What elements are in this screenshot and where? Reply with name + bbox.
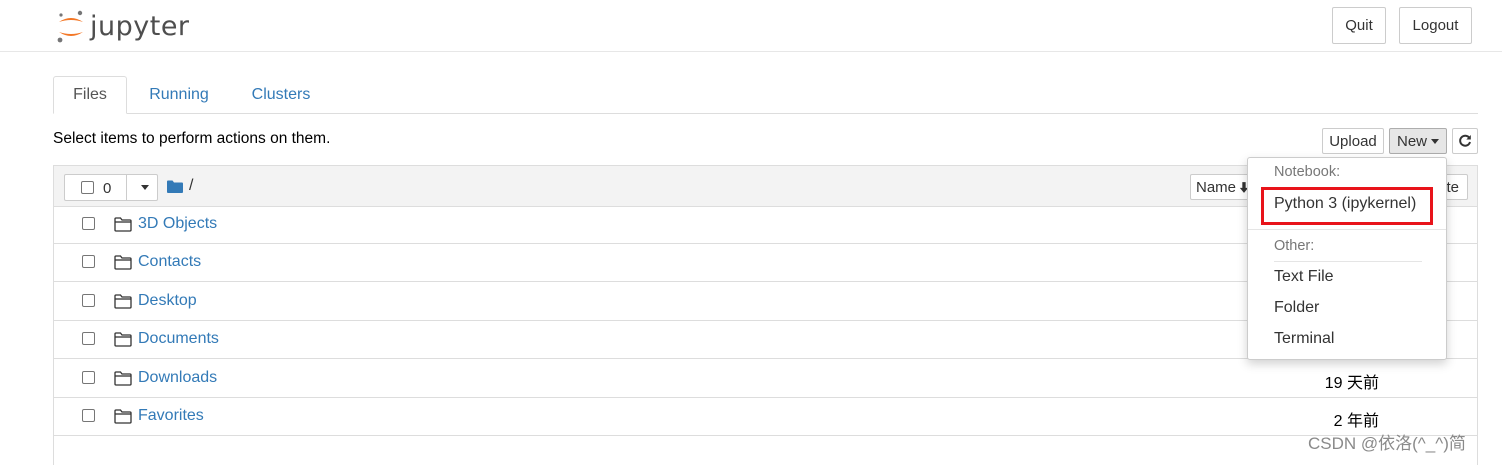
file-name-link[interactable]: Contacts (138, 253, 201, 271)
folder-icon (114, 371, 132, 386)
tab-files[interactable]: Files (53, 76, 127, 114)
file-row[interactable]: Favorites 2 年前 (54, 398, 1477, 436)
select-divider (126, 175, 127, 200)
folder-icon (114, 409, 132, 424)
breadcrumb-root[interactable]: / (189, 177, 193, 195)
file-name-link[interactable]: Favorites (138, 407, 204, 425)
refresh-icon (1459, 134, 1471, 147)
tab-bar: Files Running Clusters (53, 76, 1478, 114)
menu-item-terminal[interactable]: Terminal (1274, 330, 1334, 348)
logo-text: jupyter (90, 10, 190, 42)
quit-button[interactable]: Quit (1332, 7, 1386, 44)
new-button-label: New (1396, 132, 1427, 150)
sort-name-label: Name (1196, 178, 1237, 196)
select-menu-caret-icon[interactable] (141, 185, 149, 190)
refresh-button[interactable] (1452, 128, 1478, 154)
row-checkbox[interactable] (82, 409, 95, 422)
jupyter-logo[interactable]: jupyter (56, 8, 190, 44)
file-name-link[interactable]: Downloads (138, 369, 217, 387)
sort-modified-label: te (1446, 178, 1459, 196)
sort-name-button[interactable]: Name (1190, 174, 1250, 200)
row-checkbox[interactable] (82, 294, 95, 307)
breadcrumb[interactable]: / (167, 177, 193, 195)
header-bar: jupyter Quit Logout (0, 0, 1502, 52)
menu-divider (1248, 229, 1446, 230)
row-checkbox[interactable] (82, 332, 95, 345)
file-row[interactable]: Downloads 19 天前 (54, 360, 1477, 398)
new-button[interactable]: New (1389, 128, 1447, 154)
selected-count: 0 (103, 180, 112, 197)
notebook-section-header: Notebook: (1274, 164, 1341, 180)
file-name-link[interactable]: Documents (138, 330, 219, 348)
tab-clusters[interactable]: Clusters (237, 76, 325, 113)
menu-item-text-file[interactable]: Text File (1274, 268, 1334, 286)
folder-filled-icon (167, 180, 183, 193)
folder-icon (114, 255, 132, 270)
folder-icon (114, 294, 132, 309)
new-dropdown-menu: Notebook: Python 3 (ipykernel) Other: Te… (1247, 157, 1447, 360)
menu-item-folder[interactable]: Folder (1274, 299, 1319, 317)
tab-running[interactable]: Running (133, 76, 225, 113)
file-modified: 2 年前 (1333, 413, 1379, 430)
select-all-group[interactable]: 0 (64, 174, 158, 201)
highlight-box (1261, 187, 1433, 225)
jupyter-logo-icon (57, 10, 83, 43)
caret-down-icon (1431, 138, 1439, 144)
select-all-checkbox[interactable] (81, 181, 94, 194)
menu-separator (1274, 261, 1422, 262)
file-name-link[interactable]: Desktop (138, 292, 197, 310)
file-modified: 19 天前 (1324, 375, 1379, 392)
watermark: CSDN @依洛(^_^)简 (1308, 434, 1466, 453)
row-checkbox[interactable] (82, 255, 95, 268)
selection-hint: Select items to perform actions on them. (53, 130, 331, 147)
other-section-header: Other: (1274, 238, 1315, 254)
folder-icon (114, 217, 132, 232)
row-checkbox[interactable] (82, 371, 95, 384)
file-name-link[interactable]: 3D Objects (138, 215, 217, 233)
row-checkbox[interactable] (82, 217, 95, 230)
folder-icon (114, 332, 132, 347)
upload-button[interactable]: Upload (1322, 128, 1384, 154)
logout-button[interactable]: Logout (1399, 7, 1472, 44)
